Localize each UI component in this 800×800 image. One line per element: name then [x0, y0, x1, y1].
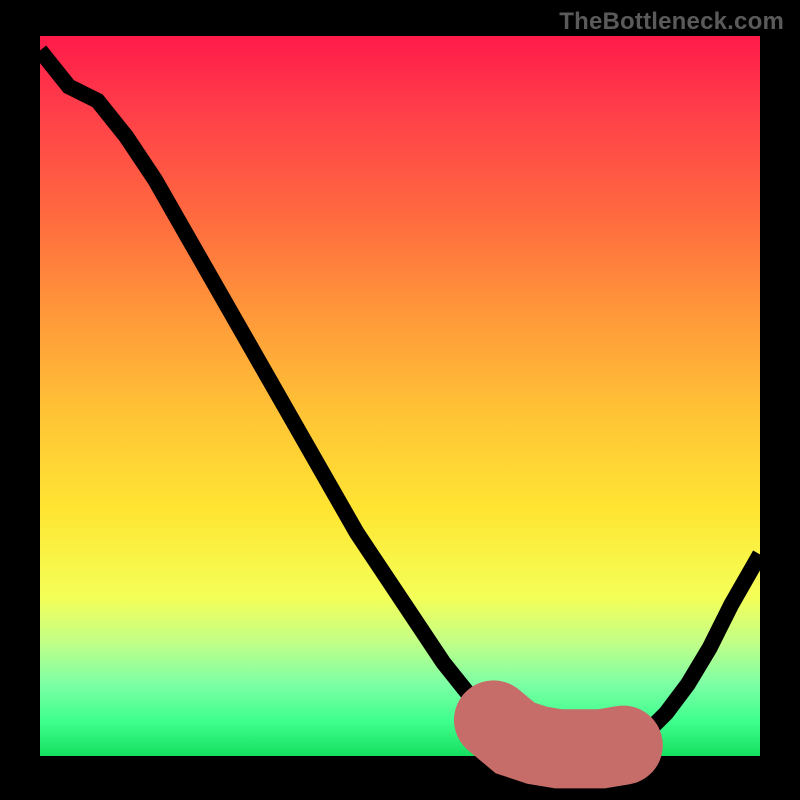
- chart-plot-area: [40, 36, 760, 756]
- bottleneck-curve: [40, 50, 760, 748]
- chart-svg: [40, 36, 760, 756]
- branding-text: TheBottleneck.com: [559, 8, 784, 36]
- optimal-range-highlight: [494, 720, 624, 749]
